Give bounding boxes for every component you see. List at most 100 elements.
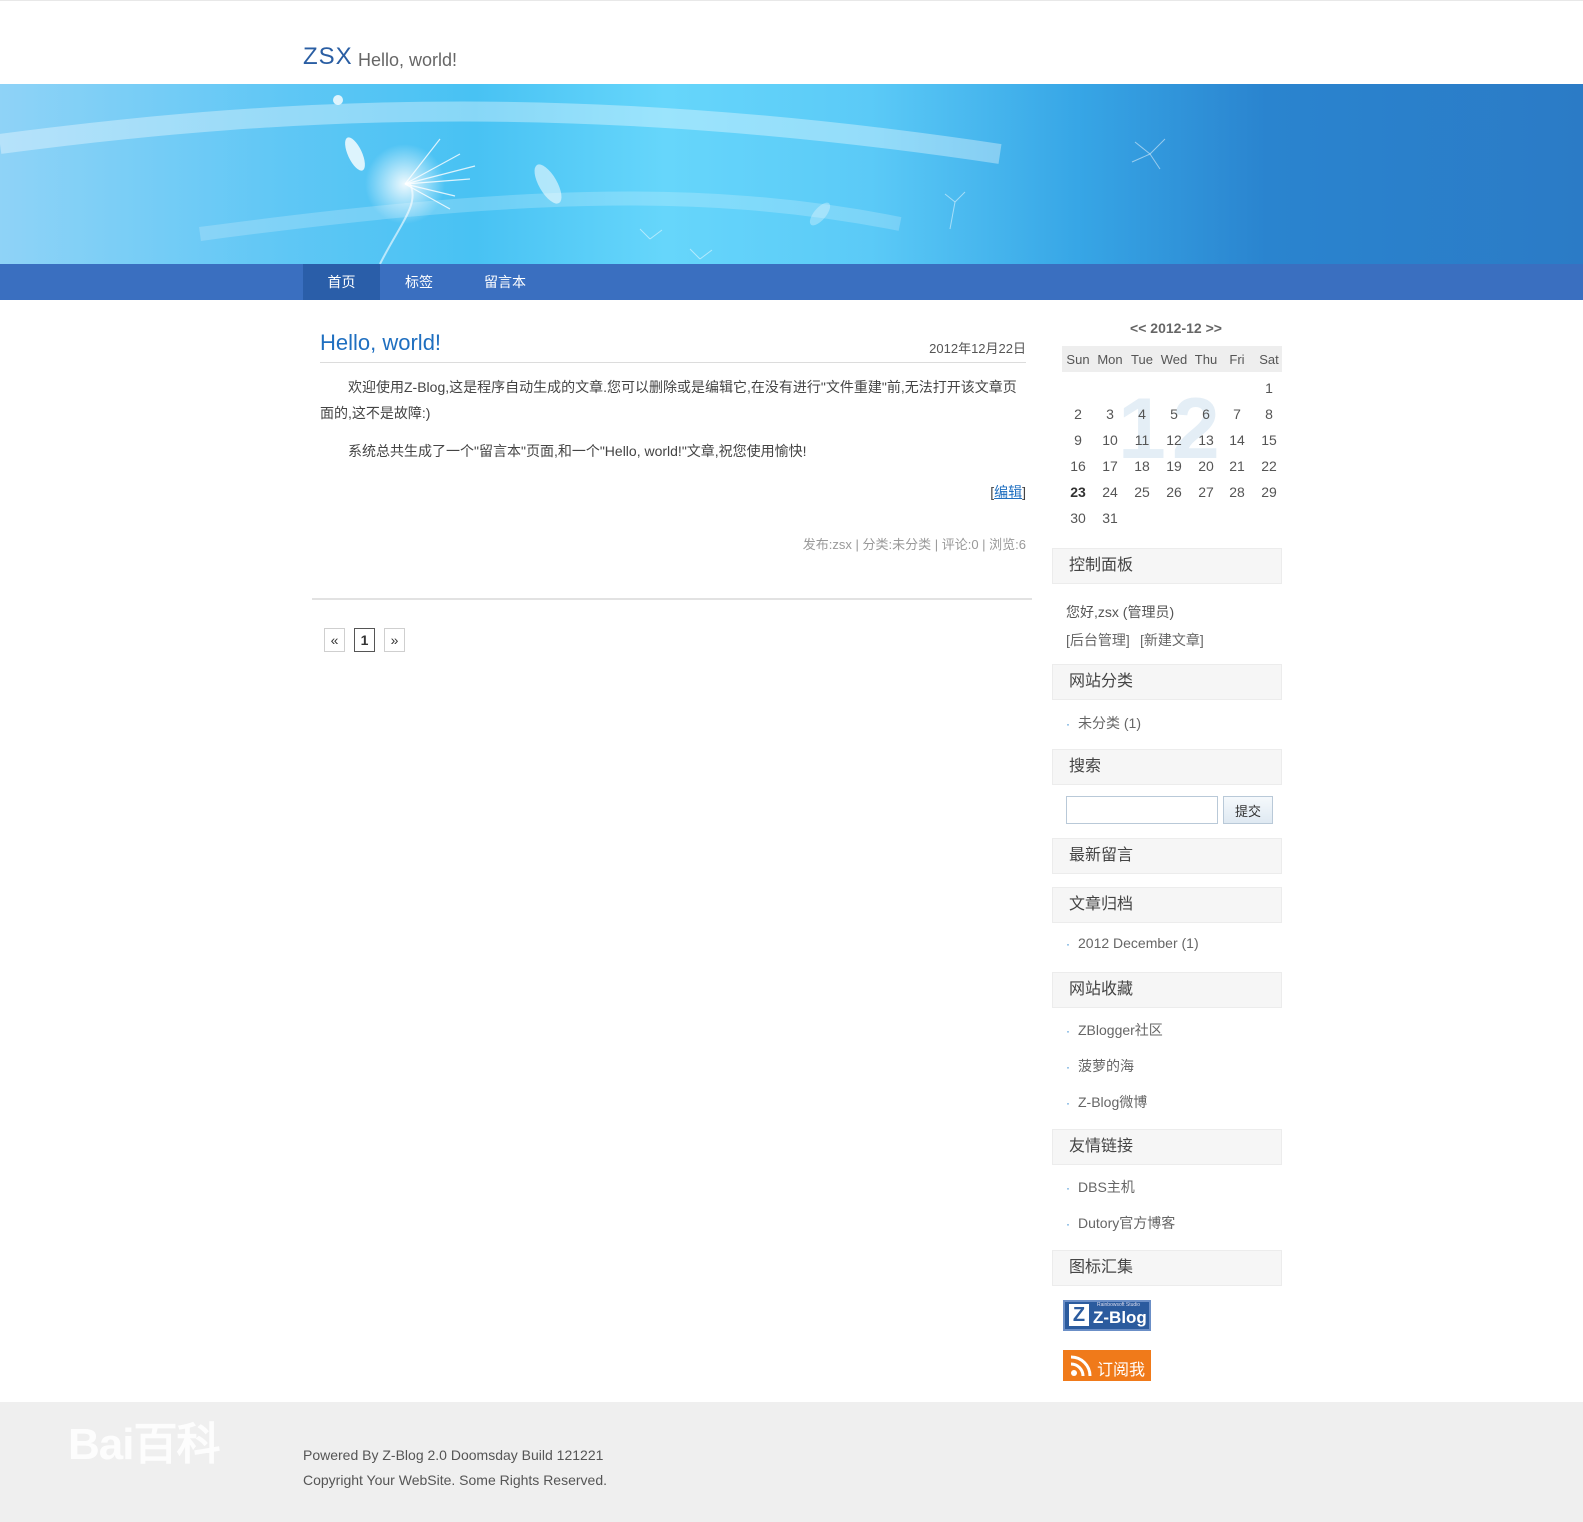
calendar-day: 31 — [1102, 510, 1118, 526]
pager-next[interactable]: » — [384, 628, 405, 652]
post-separator — [312, 598, 1032, 600]
widget-title-icons: 图标汇集 — [1052, 1250, 1282, 1286]
calendar-day: 9 — [1074, 432, 1082, 448]
calendar-day: 25 — [1134, 484, 1150, 500]
calendar-day: 11 — [1134, 432, 1150, 448]
site-header: ZSX Hello, world! — [0, 0, 1583, 84]
calendar-next-link[interactable]: >> — [1206, 320, 1222, 336]
dandelion-banner-art — [0, 95, 1166, 264]
site-subtitle: Hello, world! — [358, 50, 458, 70]
calendar-caption: << 2012-12 >> — [1062, 320, 1290, 336]
favorite-link[interactable]: · ZBlogger社区 — [1066, 1020, 1163, 1040]
calendar-day: 14 — [1229, 432, 1245, 448]
nav-item-home[interactable]: 首页 — [303, 264, 380, 300]
bullet-icon: · — [1066, 1096, 1070, 1110]
calendar-day: 17 — [1102, 458, 1118, 474]
site-title[interactable]: ZSX — [303, 43, 353, 71]
bullet-icon: · — [1066, 1060, 1070, 1074]
rss-subscribe-link[interactable]: 订阅我 — [1063, 1350, 1151, 1381]
footer-powered-by: Powered By Z-Blog 2.0 Doomsday Build 121… — [303, 1447, 604, 1463]
calendar-day: 30 — [1070, 510, 1086, 526]
post-edit: [编辑] — [960, 482, 1026, 502]
site-footer — [0, 1402, 1583, 1522]
widget-title-categories: 网站分类 — [1052, 664, 1282, 700]
bullet-icon: · — [1066, 717, 1070, 731]
bullet-icon: · — [1066, 1024, 1070, 1038]
calendar-day: 16 — [1070, 458, 1086, 474]
favorite-label: Z-Blog微博 — [1078, 1094, 1148, 1110]
calendar-day: 10 — [1102, 432, 1118, 448]
post-paragraph: 系统总共生成了一个"留言本"页面,和一个"Hello, world!"文章,祝您… — [348, 443, 807, 459]
main-nav: 首页 标签 留言本 — [0, 264, 1583, 300]
post-date: 2012年12月22日 — [929, 341, 1026, 356]
category-link[interactable]: · 未分类 (1) — [1066, 713, 1141, 733]
calendar-day: 8 — [1265, 406, 1273, 422]
pager-current: 1 — [354, 628, 375, 652]
header-banner — [0, 84, 1583, 264]
friend-link[interactable]: · DBS主机 — [1066, 1177, 1135, 1197]
calendar-day: 1 — [1265, 380, 1273, 396]
widget-title-search: 搜索 — [1052, 749, 1282, 785]
calendar-day: 4 — [1138, 406, 1146, 422]
post-body: 欢迎使用Z-Blog,这是程序自动生成的文章.您可以删除或是编辑它,在没有进行"… — [320, 374, 1026, 476]
calendar-day: 12 — [1166, 432, 1182, 448]
calendar-day: 27 — [1198, 484, 1214, 500]
search-input[interactable] — [1066, 796, 1218, 824]
edit-link[interactable]: 编辑 — [994, 484, 1022, 500]
footer-copyright: Copyright Your WebSite. Some Rights Rese… — [303, 1472, 608, 1488]
favorite-label: 菠萝的海 — [1078, 1058, 1134, 1074]
widget-title-control-panel: 控制面板 — [1052, 548, 1282, 584]
calendar-day: 19 — [1166, 458, 1182, 474]
search-submit-button[interactable]: 提交 — [1223, 796, 1273, 824]
widget-title-archives: 文章归档 — [1052, 887, 1282, 923]
calendar-day-of-week: Fri — [1229, 352, 1245, 367]
nav-item-guestbook[interactable]: 留言本 — [458, 264, 552, 300]
calendar-day: 5 — [1170, 406, 1178, 422]
calendar-day: 28 — [1229, 484, 1245, 500]
calendar-prev-link[interactable]: << — [1130, 320, 1146, 336]
calendar-day: 2 — [1074, 406, 1082, 422]
favorite-label: ZBlogger社区 — [1078, 1022, 1163, 1038]
nav-item-tags[interactable]: 标签 — [380, 264, 458, 300]
widget-title-friend-links: 友情链接 — [1052, 1129, 1282, 1165]
calendar-day: 22 — [1261, 458, 1277, 474]
calendar-day: 15 — [1261, 432, 1277, 448]
admin-link[interactable]: [后台管理] — [1066, 630, 1130, 650]
calendar-day: 18 — [1134, 458, 1150, 474]
bullet-icon: · — [1066, 937, 1070, 951]
edit-bracket-close: ] — [1022, 484, 1026, 500]
calendar-day: 23 — [1070, 484, 1086, 500]
friend-link[interactable]: · Dutory官方博客 — [1066, 1213, 1175, 1233]
calendar-day: 20 — [1198, 458, 1214, 474]
post-title[interactable]: Hello, world! — [320, 330, 441, 356]
widget-title-latest-comments: 最新留言 — [1052, 838, 1282, 874]
post-paragraph: 欢迎使用Z-Blog,这是程序自动生成的文章.您可以删除或是编辑它,在没有进行"… — [320, 379, 1017, 421]
calendar-day-of-week: Wed — [1160, 352, 1188, 367]
zblog-logo-icon: Z — [1069, 1304, 1089, 1326]
favorite-link[interactable]: · Z-Blog微博 — [1066, 1092, 1147, 1112]
widget-title-favorites: 网站收藏 — [1052, 972, 1282, 1008]
friend-label: Dutory官方博客 — [1078, 1215, 1176, 1231]
zblog-badge-link[interactable]: Z Rainbowsoft Studio Z-Blog — [1063, 1300, 1151, 1331]
calendar-day: 21 — [1229, 458, 1245, 474]
archive-link[interactable]: · 2012 December (1) — [1066, 935, 1199, 951]
calendar-day-of-week: Sat — [1259, 352, 1279, 367]
friend-label: DBS主机 — [1078, 1179, 1135, 1195]
calendar-day-of-week: Tue — [1131, 352, 1153, 367]
archive-label: 2012 December (1) — [1078, 935, 1199, 951]
calendar-day: 26 — [1166, 484, 1182, 500]
baidu-watermark: Bai百科 — [68, 1420, 220, 1469]
rss-icon — [1070, 1355, 1092, 1377]
post-divider — [320, 362, 1026, 363]
calendar-day-of-week: Thu — [1194, 352, 1218, 367]
pager-prev[interactable]: « — [324, 628, 345, 652]
calendar-day: 29 — [1261, 484, 1277, 500]
calendar-day-of-week: Sun — [1066, 352, 1090, 367]
calendar-day: 6 — [1202, 406, 1210, 422]
zblog-badge-text: Z-Blog — [1093, 1308, 1147, 1327]
rss-badge-text: 订阅我 — [1097, 1362, 1146, 1379]
calendar-day: 24 — [1102, 484, 1118, 500]
new-post-link[interactable]: [新建文章] — [1140, 630, 1204, 650]
bullet-icon: · — [1066, 1181, 1070, 1195]
favorite-link[interactable]: · 菠萝的海 — [1066, 1056, 1134, 1076]
